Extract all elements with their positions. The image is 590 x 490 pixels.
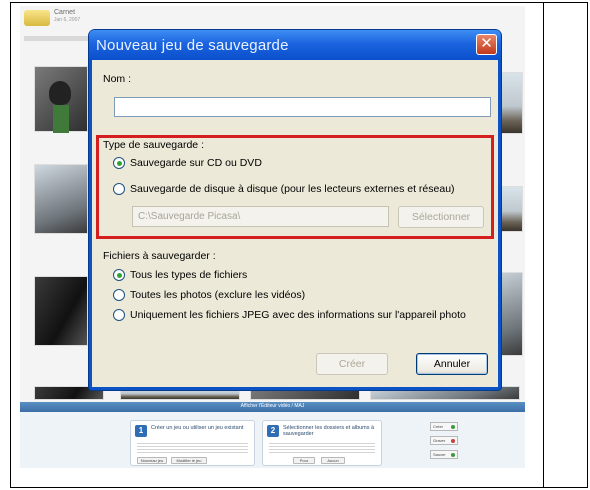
wizard-header-bar: Afficher l'Éditeur vidéo / MAJ [20,402,525,412]
step-title: Sélectionner les dossiers et albums à sa… [283,425,375,437]
save-side-label: Sauver [433,452,446,457]
photo-thumbnail[interactable] [34,276,88,346]
radio-unselected-icon[interactable] [113,309,125,321]
radio-unselected-icon[interactable] [113,183,125,195]
step-title: Créer un jeu ou utiliser un jeu existant [151,425,244,431]
disk-to-disk-option[interactable]: Sauvegarde de disque à disque (pour les … [130,183,455,195]
files-label: Fichiers à sauvegarder : [103,250,216,262]
backup-wizard-panel: 1 Créer un jeu ou utiliser un jeu exista… [20,412,525,468]
create-button[interactable]: Créer [316,353,388,375]
radio-selected-icon[interactable] [113,157,125,169]
close-icon[interactable]: ✕ [476,34,497,55]
cancel-button[interactable]: Annuler [416,353,488,375]
dialog-titlebar[interactable]: Nouveau jeu de sauvegarde ✕ [89,30,501,60]
wizard-header-text: Afficher l'Éditeur vidéo / MAJ [240,403,305,409]
step-number: 1 [135,425,147,437]
backup-path-input[interactable]: C:\Sauvegarde Picasa\ [132,206,389,227]
select-folder-button[interactable]: Sélectionner [398,206,484,228]
cd-dvd-option[interactable]: Sauvegarde sur CD ou DVD [130,157,262,169]
burn-side-button[interactable]: Graver [430,436,458,445]
backup-type-label: Type de sauvegarde : [103,139,204,151]
radio-selected-icon[interactable] [113,269,125,281]
step-description [137,441,248,453]
photo-thumbnail[interactable] [34,66,88,133]
jpeg-only-option[interactable]: Uniquement les fichiers JPEG avec des in… [130,309,466,321]
photo-subject [53,105,69,133]
photo-thumbnail[interactable] [34,164,88,234]
new-set-button[interactable]: Nouveau jeu [137,457,167,464]
app-album-title: Carnet [54,9,76,16]
dialog-title: Nouveau jeu de sauvegarde [96,37,289,54]
none-button[interactable]: Aucun [321,457,345,464]
name-input[interactable] [114,97,491,117]
arrow-icon [451,425,455,429]
folder-icon [24,10,50,26]
save-side-button[interactable]: Sauver [430,450,458,459]
wizard-step-2: 2 Sélectionner les dossiers et albums à … [262,420,382,466]
step-description [269,441,375,453]
radio-unselected-icon[interactable] [113,289,125,301]
all-file-types-option[interactable]: Tous les types de fichiers [130,269,247,281]
all-photos-option[interactable]: Toutes les photos (exclure les vidéos) [130,289,305,301]
arrow-icon [451,453,455,457]
step-number: 2 [267,425,279,437]
photo-subject [49,81,71,105]
name-label: Nom : [103,73,132,85]
app-album-date: Jan 6, 2007 [54,17,81,23]
new-backup-set-dialog: Nouveau jeu de sauvegarde ✕ Nom : Type d… [89,30,501,390]
create-side-button[interactable]: Créer [430,422,458,431]
right-column [544,3,587,487]
edit-set-button[interactable]: Modifier le jeu [171,457,207,464]
disc-icon [451,439,455,443]
create-side-label: Créer [433,424,444,429]
wizard-step-1: 1 Créer un jeu ou utiliser un jeu exista… [130,420,255,466]
dialog-body: Nom : Type de sauvegarde : Sauvegarde su… [92,60,498,387]
all-button[interactable]: Pour [293,457,315,464]
burn-side-label: Graver [433,438,446,443]
